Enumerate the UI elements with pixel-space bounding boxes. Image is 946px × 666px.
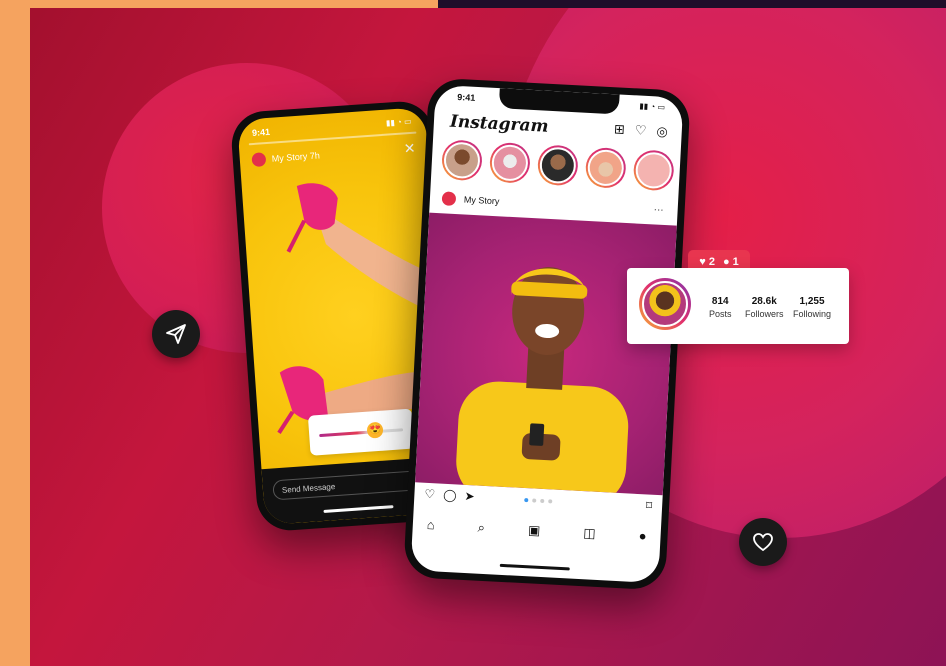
stories-tray <box>440 139 675 192</box>
home-icon[interactable]: ⌂ <box>426 517 435 533</box>
story-user-label: My Story 7h <box>271 150 321 164</box>
share-icon[interactable]: ➤ <box>464 489 475 504</box>
notch <box>498 88 620 115</box>
status-icons: ▮▮ ◔ ▭ <box>639 101 666 112</box>
story-avatar[interactable] <box>536 144 579 187</box>
story-avatar[interactable] <box>584 146 627 189</box>
story-header: My Story 7h <box>251 148 321 168</box>
post-username[interactable]: My Story <box>464 194 500 206</box>
frame-top-right <box>438 0 946 8</box>
heart-icon[interactable]: ♡ <box>634 122 646 138</box>
posts-stat: 814 Posts <box>709 296 732 319</box>
shop-icon[interactable]: ◫ <box>583 525 596 542</box>
header-actions: ⊞ ♡ ◎ <box>614 121 669 139</box>
carousel-dots <box>524 498 553 504</box>
heart-eyes-emoji-icon[interactable]: 😍 <box>366 421 384 439</box>
avatar[interactable] <box>639 278 691 330</box>
messenger-icon[interactable]: ◎ <box>656 123 668 139</box>
story-progress-bar <box>248 131 417 146</box>
close-icon[interactable]: ✕ <box>403 140 416 158</box>
search-icon[interactable]: ⌕ <box>477 520 485 536</box>
home-indicator <box>323 505 394 513</box>
home-indicator <box>499 563 570 571</box>
emoji-slider-sticker[interactable]: 😍 <box>307 408 415 456</box>
slider-track[interactable] <box>319 428 404 438</box>
man-illustration <box>456 267 629 496</box>
send-icon-button[interactable] <box>152 310 200 358</box>
post-photo[interactable] <box>415 212 677 496</box>
story-avatar[interactable] <box>440 139 483 182</box>
bottom-nav: ⌂ ⌕ ▣ ◫ ● <box>426 517 647 544</box>
profile-icon[interactable]: ● <box>638 528 647 544</box>
status-icons: ▮▮ ◔ ▭ <box>385 116 412 128</box>
like-icon-button[interactable] <box>739 518 787 566</box>
story-avatar[interactable] <box>632 149 675 192</box>
paper-plane-icon <box>166 324 186 344</box>
comment-icon[interactable]: ◯ <box>443 488 457 503</box>
bookmark-icon[interactable]: ⌑ <box>646 498 653 512</box>
followers-stat: 28.6k Followers <box>745 296 784 319</box>
status-time: 9:41 <box>251 126 271 139</box>
add-post-icon[interactable]: ⊞ <box>614 121 626 137</box>
more-options-icon[interactable]: ··· <box>653 204 664 216</box>
send-message-input[interactable]: Send Message <box>272 470 424 501</box>
following-stat: 1,255 Following <box>793 296 832 319</box>
comments-count: ● 1 <box>722 256 739 268</box>
reels-icon[interactable]: ▣ <box>528 522 541 539</box>
post-header: My Story <box>441 191 500 208</box>
heart-icon <box>753 533 773 552</box>
like-icon[interactable]: ♡ <box>424 487 435 502</box>
likes-count: ♥ 2 <box>699 256 715 268</box>
avatar[interactable] <box>441 191 457 207</box>
app-logo: Instagram <box>449 111 549 137</box>
story-avatar[interactable] <box>488 141 531 184</box>
status-time: 9:41 <box>457 91 476 103</box>
frame-top-left <box>30 0 438 8</box>
profile-stats-card: 814 Posts 28.6k Followers 1,255 Followin… <box>627 268 849 344</box>
avatar[interactable] <box>251 152 267 168</box>
